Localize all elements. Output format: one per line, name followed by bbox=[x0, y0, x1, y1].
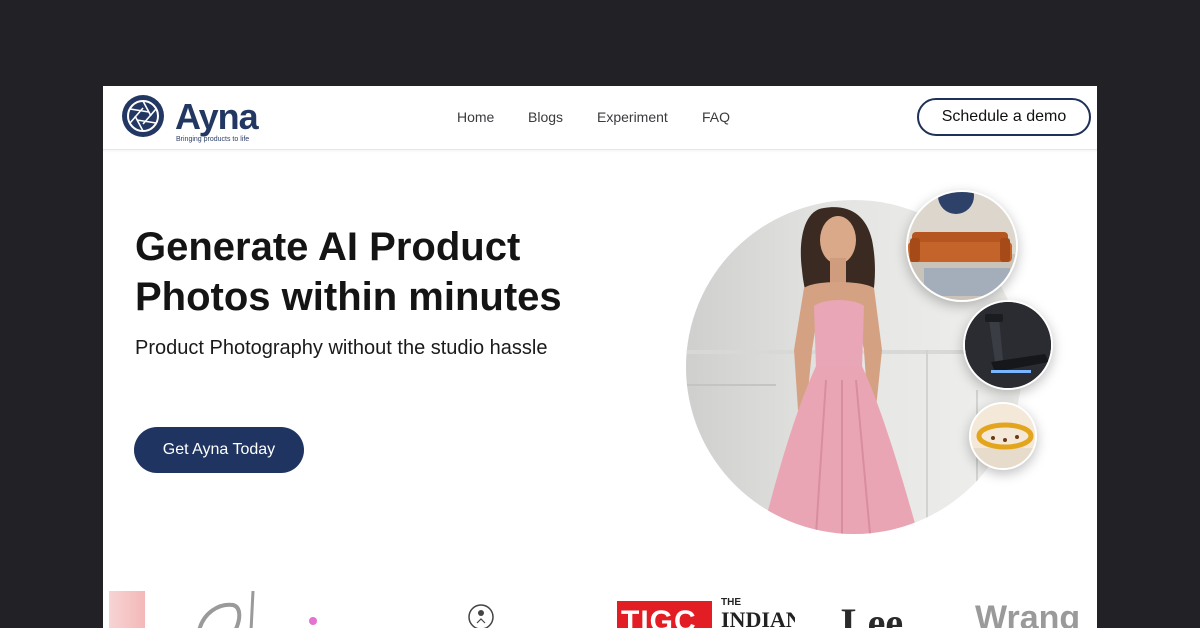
client-logo-the-indian: THE INDIAN bbox=[715, 591, 795, 628]
hero-title: Generate AI Product Photos within minute… bbox=[135, 222, 635, 322]
indian-text: INDIAN bbox=[721, 607, 795, 628]
sofa-thumbnail bbox=[906, 190, 1018, 302]
bracelet-illustration bbox=[971, 404, 1035, 468]
client-logo-pink bbox=[109, 591, 145, 628]
site-header: Ayna Bringing products to life Home Blog… bbox=[103, 86, 1097, 150]
sofa-illustration bbox=[908, 192, 1016, 300]
nav-item-faq[interactable]: FAQ bbox=[702, 109, 730, 125]
client-logos-strip: TIGC THE INDIAN Lee Wrang bbox=[103, 591, 1097, 628]
get-ayna-button[interactable]: Get Ayna Today bbox=[134, 427, 304, 473]
wrangler-text: Wrang bbox=[975, 599, 1081, 628]
client-logo-wrangler: Wrang bbox=[975, 591, 1097, 628]
nav-item-home[interactable]: Home bbox=[457, 109, 494, 125]
client-logo-lee: Lee bbox=[839, 591, 939, 628]
client-logo-script bbox=[197, 591, 317, 628]
nav-item-experiment[interactable]: Experiment bbox=[597, 109, 668, 125]
bracelet-thumbnail bbox=[969, 402, 1037, 470]
hero-subtitle: Product Photography without the studio h… bbox=[135, 337, 548, 359]
brand-name: Ayna bbox=[175, 96, 259, 137]
hero-title-line2: Photos within minutes bbox=[135, 275, 562, 319]
treadmill-thumbnail bbox=[963, 300, 1053, 390]
lee-text: Lee bbox=[841, 600, 904, 628]
nav-item-blogs[interactable]: Blogs bbox=[528, 109, 563, 125]
brand-tagline: Bringing products to life bbox=[176, 136, 250, 143]
aperture-icon bbox=[122, 95, 164, 137]
hero-title-line1: Generate AI Product bbox=[135, 225, 521, 269]
treadmill-illustration bbox=[965, 302, 1051, 388]
schedule-demo-button[interactable]: Schedule a demo bbox=[917, 98, 1091, 136]
ayna-logo[interactable]: Ayna Bringing products to life bbox=[121, 93, 266, 145]
browser-page: Ayna Bringing products to life Home Blog… bbox=[103, 86, 1097, 628]
client-logo-crest bbox=[468, 604, 494, 628]
client-logo-tigc: TIGC bbox=[617, 601, 712, 628]
tigc-text: TIGC bbox=[621, 605, 697, 628]
